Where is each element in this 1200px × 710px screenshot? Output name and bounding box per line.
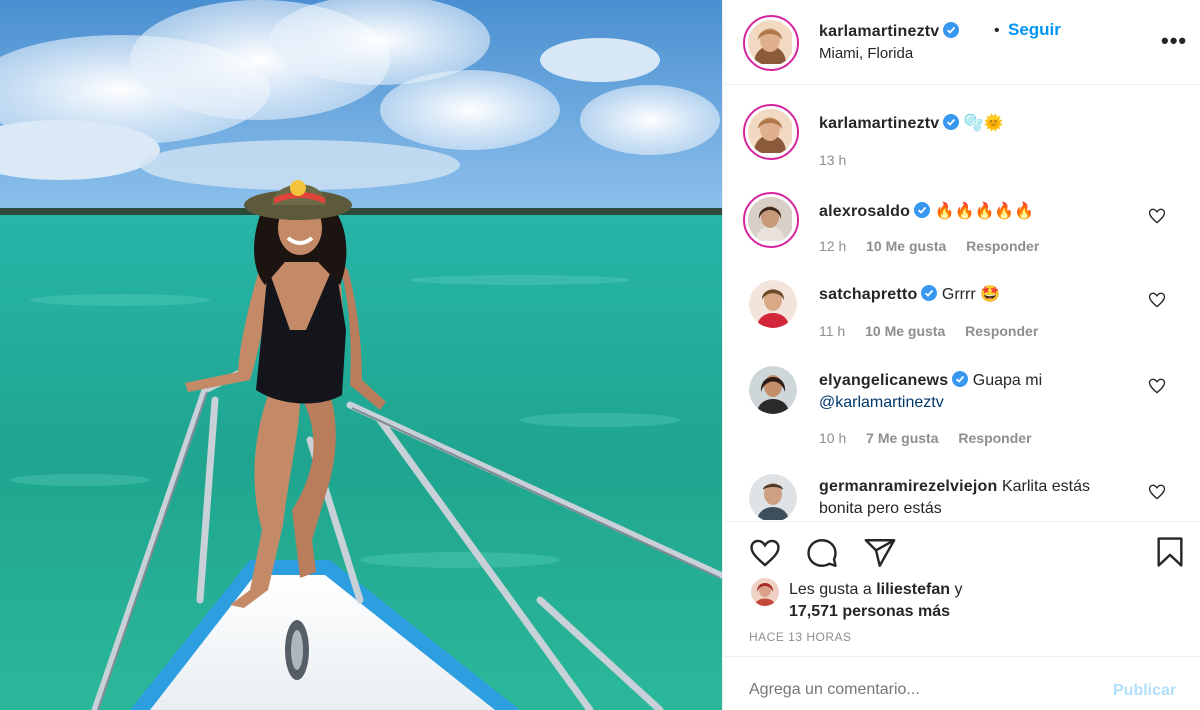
heart-icon[interactable] — [1147, 482, 1167, 502]
comment-text: elyangelicanews Guapa mi @karlamartinezt… — [819, 370, 1119, 414]
heart-icon[interactable] — [1147, 290, 1167, 310]
comment-username[interactable]: elyangelicanews — [819, 372, 948, 389]
caption-body: 🫧🌞 — [963, 115, 1004, 132]
comment-meta: 10 h 7 Me gusta Responder — [819, 430, 1048, 446]
caption-avatar[interactable] — [743, 104, 799, 160]
verified-icon — [914, 202, 931, 218]
comment-input[interactable] — [749, 681, 1089, 699]
heart-icon[interactable] — [747, 536, 783, 570]
comment-likes[interactable]: 10 Me gusta — [865, 323, 945, 339]
comment-time[interactable]: 10 h — [819, 430, 846, 446]
liker-avatar[interactable] — [751, 578, 779, 606]
caption-time[interactable]: 13 h — [819, 152, 846, 168]
liker-username[interactable]: liliestefan — [876, 581, 950, 598]
comment-username[interactable]: germanramirezelviejon — [819, 478, 998, 495]
add-comment-bar: Publicar — [723, 656, 1200, 710]
publish-button[interactable]: Publicar — [1113, 682, 1176, 700]
likes-count[interactable]: 17,571 personas más — [789, 603, 950, 620]
comment-avatar[interactable] — [743, 192, 799, 248]
verified-icon — [921, 285, 938, 301]
caption-text: karlamartineztv 🫧🌞 — [819, 113, 1159, 135]
comment-likes[interactable]: 10 Me gusta — [866, 238, 946, 254]
comment-avatar[interactable] — [749, 474, 797, 520]
post-actions: Les gusta a liliestefan y 17,571 persona… — [723, 521, 1200, 656]
comment-likes[interactable]: 7 Me gusta — [866, 430, 938, 446]
likes-summary: Les gusta a liliestefan y 17,571 persona… — [789, 579, 962, 623]
comment-text: satchapretto Grrrr 🤩 — [819, 284, 1119, 306]
post-image — [0, 0, 722, 710]
comment-body: Guapa mi — [972, 372, 1043, 389]
separator-dot: • — [994, 22, 1000, 39]
caption-meta: 13 h — [819, 152, 862, 168]
comment-time[interactable]: 12 h — [819, 238, 846, 254]
comment-avatar[interactable] — [749, 366, 797, 414]
post-side-panel: karlamartineztv • Seguir Miami, Florida … — [722, 0, 1200, 710]
heart-icon[interactable] — [1147, 376, 1167, 396]
post-photo[interactable] — [0, 0, 722, 710]
author-username-text[interactable]: karlamartineztv — [819, 23, 939, 40]
comment-avatar[interactable] — [749, 280, 797, 328]
comment-body: Grrrr 🤩 — [941, 286, 1001, 303]
heart-icon[interactable] — [1147, 206, 1167, 226]
comment-meta: 11 h 10 Me gusta Responder — [819, 323, 1054, 339]
reply-button[interactable]: Responder — [958, 430, 1031, 446]
likes-prefix: Les gusta a — [789, 581, 872, 598]
comment-icon[interactable] — [805, 536, 839, 570]
post-header: karlamartineztv • Seguir Miami, Florida … — [723, 0, 1200, 85]
reply-button[interactable]: Responder — [966, 238, 1039, 254]
comment-text: germanramirezelviejon Karlita estás boni… — [819, 476, 1129, 520]
more-options-icon[interactable]: ••• — [1161, 28, 1187, 54]
post-timestamp[interactable]: HACE 13 HORAS — [749, 630, 852, 644]
share-icon[interactable] — [863, 536, 897, 570]
author-avatar[interactable] — [743, 15, 799, 71]
verified-icon — [943, 114, 960, 130]
bookmark-icon[interactable] — [1153, 534, 1187, 570]
comment-username[interactable]: alexrosaldo — [819, 203, 910, 220]
post-location[interactable]: Miami, Florida — [819, 45, 913, 62]
comment-time[interactable]: 11 h — [819, 323, 845, 339]
comment-body: 🔥🔥🔥🔥🔥 — [934, 203, 1035, 220]
comment-text: alexrosaldo 🔥🔥🔥🔥🔥 — [819, 201, 1119, 223]
caption-username[interactable]: karlamartineztv — [819, 115, 939, 132]
reply-button[interactable]: Responder — [965, 323, 1038, 339]
comment-username[interactable]: satchapretto — [819, 286, 917, 303]
follow-button[interactable]: Seguir — [1008, 20, 1061, 40]
verified-icon — [952, 371, 969, 387]
comment-meta: 12 h 10 Me gusta Responder — [819, 238, 1055, 254]
comment-mention[interactable]: @karlamartineztv — [819, 394, 944, 411]
author-username[interactable]: karlamartineztv — [819, 22, 960, 41]
likes-joiner: y — [954, 581, 963, 598]
verified-icon — [943, 22, 960, 38]
comments-list[interactable]: karlamartineztv 🫧🌞 13 h alexrosaldo 🔥🔥🔥🔥… — [723, 86, 1200, 520]
